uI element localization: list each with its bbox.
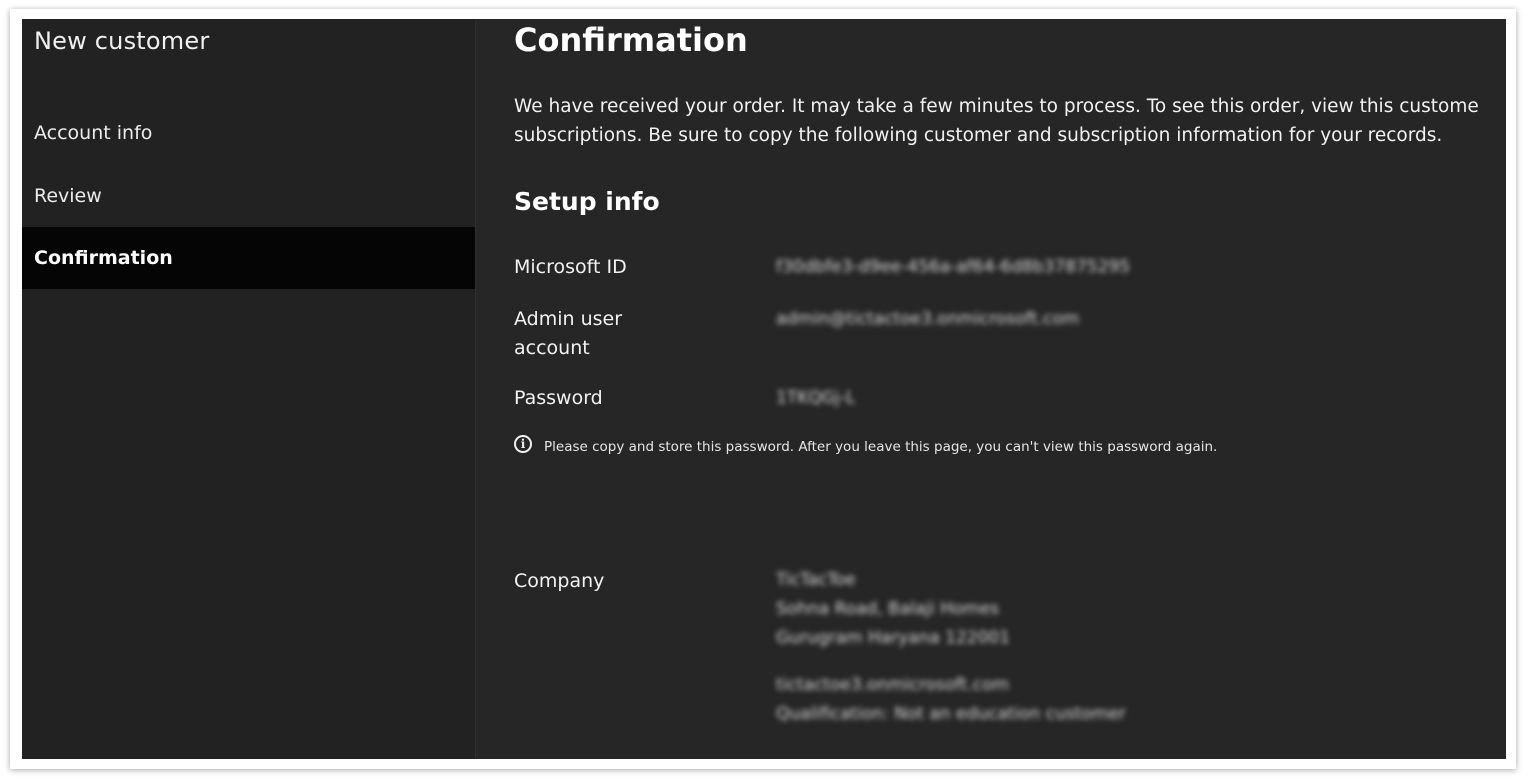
company-qualification: Qualification: Not an education customer [776,704,1126,724]
company-address-line2: Gurugram Haryana 122001 [776,628,1011,648]
company-name: TicTacToe [776,570,856,590]
sidebar-item-account-info[interactable]: Account info [22,102,475,164]
admin-account-value: admin@tictactoe3.onmicrosoft.com [776,309,1080,329]
sidebar: New customer Account info Review Confirm… [22,19,476,759]
page-title: Confirmation [514,21,748,59]
admin-account-label: Admin user account [514,308,623,359]
sidebar-title: New customer [34,27,210,55]
intro-text: We have received your order. It may take… [514,92,1506,150]
intro-line-2: subscriptions. Be sure to copy the follo… [514,125,1443,146]
microsoft-id-label: Microsoft ID [514,256,627,278]
password-value: 1TKQGj-L [776,388,856,408]
main-content: Confirmation We have received your order… [476,19,1506,759]
company-details: TicTacToe Sohna Road, Balaji Homes Gurug… [776,566,1126,729]
company-domain: tictactoe3.onmicrosoft.com [776,675,1010,695]
setup-info-heading: Setup info [514,187,660,216]
microsoft-id-value: f30dbfe3-d9ee-456a-af64-6d8b37875295 [776,257,1131,277]
intro-line-1: We have received your order. It may take… [514,96,1479,117]
sidebar-item-review[interactable]: Review [22,165,475,227]
info-icon: i [514,435,532,453]
password-notice-text: Please copy and store this password. Aft… [544,439,1218,455]
new-customer-window: New customer Account info Review Confirm… [22,19,1506,759]
sidebar-item-confirmation[interactable]: Confirmation [22,227,475,289]
company-address-line1: Sohna Road, Balaji Homes [776,599,1000,619]
password-notice: i Please copy and store this password. A… [514,435,1218,455]
password-label: Password [514,387,603,409]
company-label: Company [514,570,605,592]
